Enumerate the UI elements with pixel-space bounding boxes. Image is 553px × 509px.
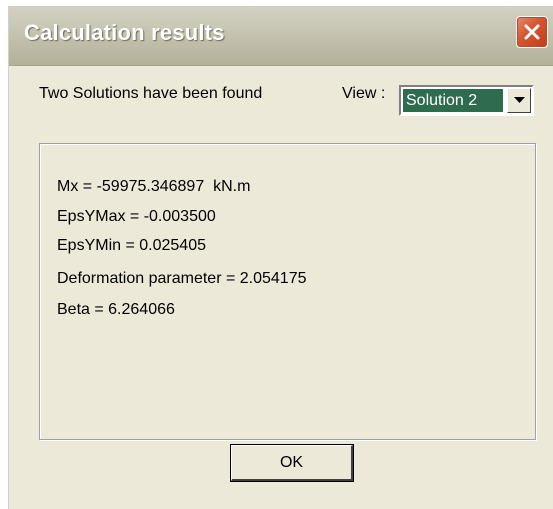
result-beta: Beta = 6.264066	[57, 301, 175, 318]
solution-view-dropdown-button[interactable]	[507, 88, 531, 113]
solution-view-selected-value[interactable]: Solution 2	[403, 89, 503, 112]
window-title: Calculation results	[24, 20, 225, 45]
result-eps-y-max: EpsYMax = -0.003500	[57, 208, 216, 225]
result-mx: Mx = -59975.346897 kN.m	[57, 178, 251, 195]
result-eps-y-min: EpsYMin = 0.025405	[57, 237, 206, 254]
calculation-results-dialog: Calculation results Two Solutions have b…	[8, 6, 553, 509]
title-bar[interactable]: Calculation results	[9, 6, 553, 66]
view-label: View :	[342, 85, 386, 102]
solution-view-select[interactable]: Solution 2	[399, 85, 534, 116]
chevron-down-icon	[514, 97, 525, 103]
close-icon	[524, 24, 540, 40]
results-panel: Mx = -59975.346897 kN.m EpsYMax = -0.003…	[39, 143, 536, 440]
solutions-found-label: Two Solutions have been found	[39, 85, 263, 102]
ok-button[interactable]: OK	[231, 445, 353, 481]
result-deformation-parameter: Deformation parameter = 2.054175	[57, 270, 307, 287]
close-button[interactable]	[516, 16, 548, 48]
